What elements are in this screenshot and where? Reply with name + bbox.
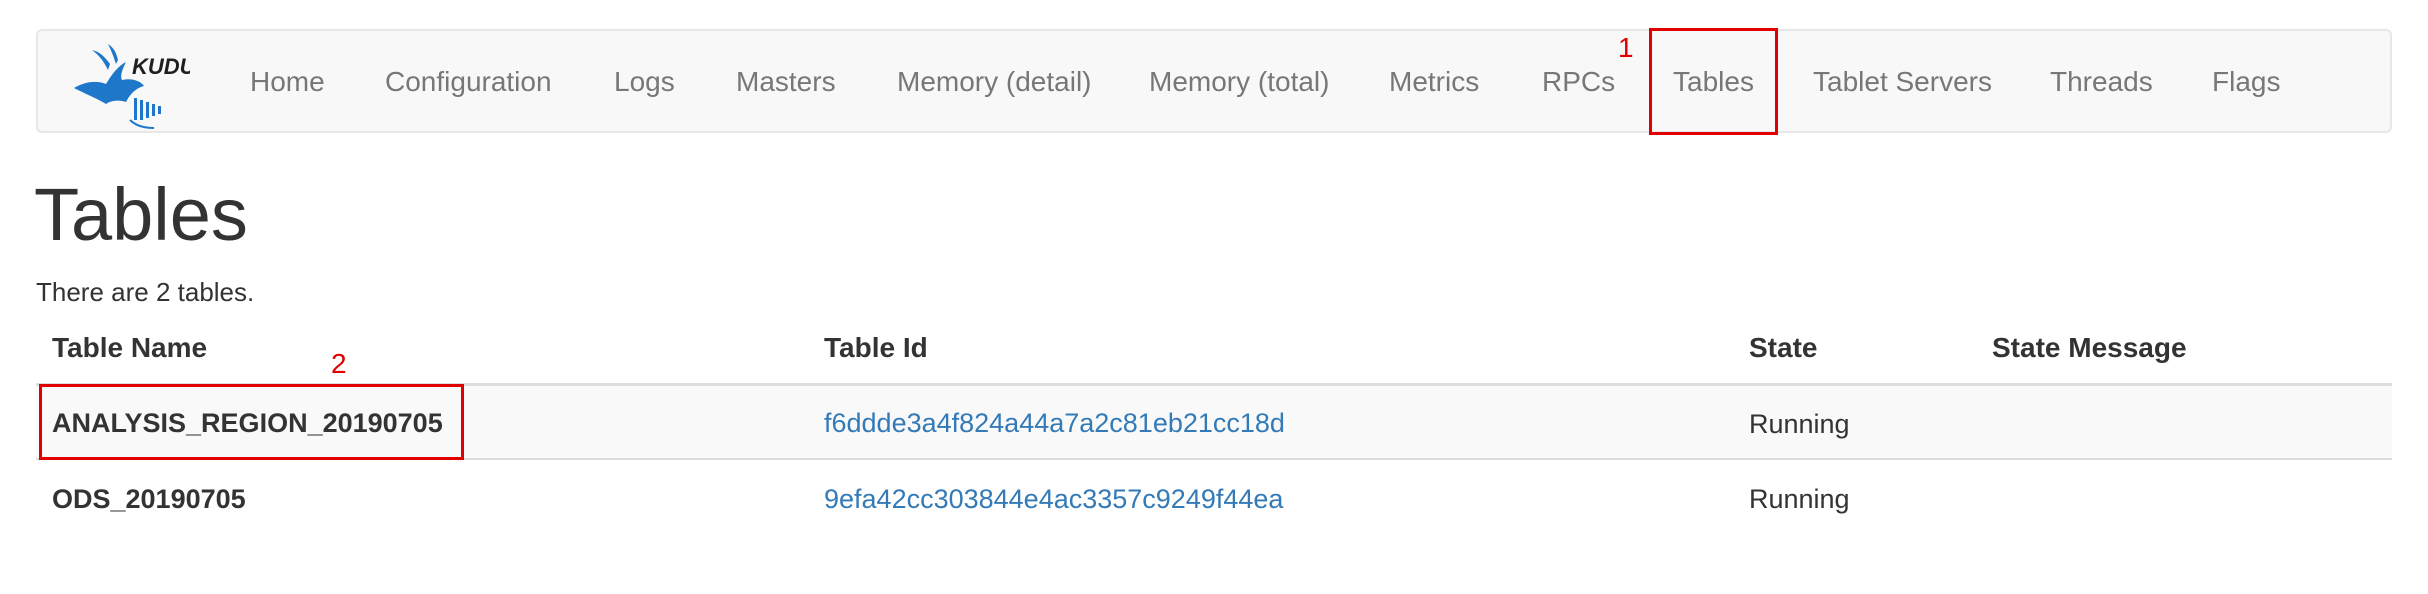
header-table-name: Table Name	[52, 332, 208, 363]
annotation-number-1: 1	[1618, 32, 1634, 63]
table-name-cell: ODS_20190705	[52, 484, 246, 514]
annotation-number-2: 2	[331, 348, 347, 379]
logo-text: KUDU	[132, 54, 190, 79]
nav-home[interactable]: Home	[250, 58, 325, 106]
table-id-link[interactable]: 9efa42cc303844e4ac3357c9249f44ea	[824, 481, 1283, 517]
nav-memory-total[interactable]: Memory (total)	[1149, 58, 1329, 106]
header-state: State	[1749, 332, 1818, 363]
nav-memory-detail[interactable]: Memory (detail)	[897, 58, 1091, 106]
nav-tablet-servers[interactable]: Tablet Servers	[1813, 58, 1992, 106]
header-table-id: Table Id	[824, 332, 928, 363]
nav-rpcs[interactable]: RPCs	[1542, 58, 1615, 106]
annotation-box-2	[39, 384, 464, 460]
nav-configuration[interactable]: Configuration	[385, 58, 552, 106]
annotation-box-1	[1649, 28, 1778, 135]
header-state-message: State Message	[1992, 332, 2187, 363]
state-cell: Running	[1749, 484, 1850, 514]
nav-threads[interactable]: Threads	[2050, 58, 2153, 106]
table-id-link[interactable]: f6ddde3a4f824a44a7a2c81eb21cc18d	[824, 405, 1285, 441]
nav-masters[interactable]: Masters	[736, 58, 836, 106]
page-title: Tables	[34, 173, 248, 256]
state-cell: Running	[1749, 409, 1850, 439]
nav-flags[interactable]: Flags	[2212, 58, 2280, 106]
nav-logs[interactable]: Logs	[614, 58, 675, 106]
kudu-logo[interactable]: KUDU	[70, 44, 197, 130]
nav-metrics[interactable]: Metrics	[1389, 58, 1479, 106]
table-count-text: There are 2 tables.	[36, 277, 255, 307]
